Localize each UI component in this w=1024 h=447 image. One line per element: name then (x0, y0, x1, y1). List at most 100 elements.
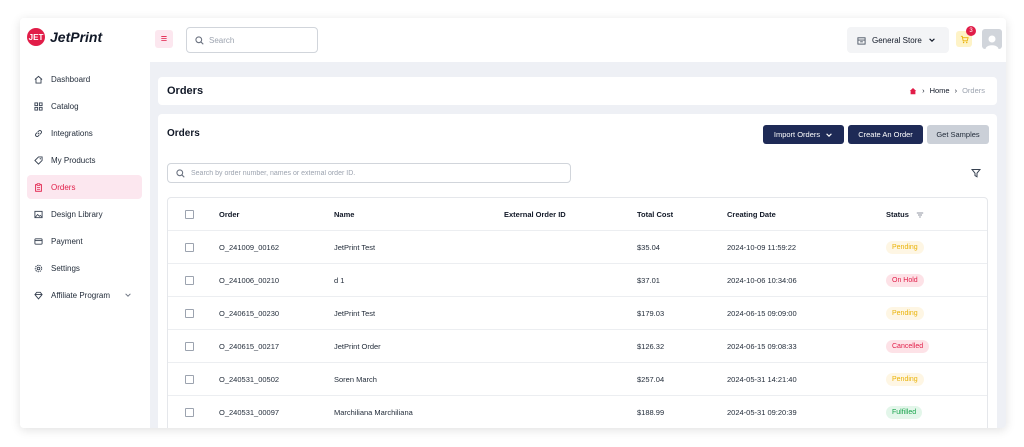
row-checkbox[interactable] (185, 276, 194, 285)
order-number[interactable]: O_240531_00097 (219, 396, 279, 428)
orders-table: Order Name External Order ID Total Cost … (167, 197, 988, 428)
order-search-input[interactable] (191, 169, 561, 177)
order-number[interactable]: O_241006_00210 (219, 264, 279, 297)
breadcrumb-current: Orders (962, 86, 985, 95)
sidebar-item-affiliate-program[interactable]: Affiliate Program (27, 283, 142, 307)
global-search[interactable] (186, 27, 318, 53)
order-number[interactable]: O_240615_00217 (219, 330, 279, 363)
filter-icon[interactable] (971, 168, 981, 178)
table-row[interactable]: O_240531_00097 Marchiliana Marchiliana $… (168, 396, 987, 428)
sidebar-item-my-products[interactable]: My Products (27, 148, 142, 172)
total-cost: $188.99 (637, 408, 665, 417)
home-icon (34, 75, 43, 84)
table-row[interactable]: O_240531_00502 Soren March $257.04 2024-… (168, 363, 987, 396)
orders-card: Orders Import Orders Create An Order Get… (158, 114, 997, 428)
page-title: Orders (167, 85, 204, 97)
create-order-button[interactable]: Create An Order (848, 125, 923, 144)
card-icon (34, 237, 43, 245)
order-name: d 1 (334, 276, 345, 285)
grid-icon (34, 101, 43, 111)
menu-toggle-button[interactable]: ≡ (155, 30, 173, 48)
search-icon (195, 35, 204, 45)
row-checkbox[interactable] (185, 375, 194, 384)
column-header-order: Order (219, 210, 240, 219)
row-checkbox[interactable] (185, 309, 194, 318)
table-row[interactable]: O_241006_00210 d 1 $37.01 2024-10-06 10:… (168, 264, 987, 297)
breadcrumb-home[interactable]: Home (930, 86, 950, 95)
diamond-icon (34, 291, 43, 300)
column-header-status-label: Status (886, 210, 909, 219)
table-header-row: Order Name External Order ID Total Cost … (168, 198, 987, 231)
sidebar-item-label: Design Library (51, 209, 103, 219)
sidebar-item-label: Payment (51, 236, 83, 246)
global-search-input[interactable] (209, 35, 309, 45)
tag-icon (34, 155, 43, 165)
import-orders-button[interactable]: Import Orders (763, 125, 844, 144)
order-number[interactable]: O_241009_00162 (219, 231, 279, 264)
table-row[interactable]: O_240615_00230 JetPrint Test $179.03 202… (168, 297, 987, 330)
table-row[interactable]: O_241009_00162 JetPrint Test $35.04 2024… (168, 231, 987, 264)
order-name: JetPrint Test (334, 309, 376, 318)
chevron-right-icon: › (954, 86, 958, 95)
order-name: JetPrint Order (334, 342, 381, 351)
creating-date: 2024-05-31 09:20:39 (727, 408, 797, 417)
column-header-status: Status (886, 198, 924, 231)
select-all-checkbox[interactable] (185, 210, 194, 219)
creating-date: 2024-10-06 10:34:06 (727, 276, 797, 285)
order-name: JetPrint Test (334, 243, 376, 252)
row-checkbox[interactable] (185, 243, 194, 252)
chevron-right-icon: › (922, 86, 925, 95)
order-number[interactable]: O_240531_00502 (219, 363, 279, 396)
sort-icon[interactable] (916, 211, 924, 219)
logo[interactable]: JET JetPrint (27, 28, 102, 46)
section-title: Orders (167, 128, 200, 139)
sidebar-item-label: Integrations (51, 128, 93, 138)
sidebar-item-catalog[interactable]: Catalog (27, 94, 142, 118)
app-window: JET JetPrint ≡ General Store 3 Dashboard (20, 18, 1006, 428)
avatar[interactable] (982, 29, 1002, 49)
sidebar-item-dashboard[interactable]: Dashboard (27, 67, 142, 91)
sidebar-item-design-library[interactable]: Design Library (27, 202, 142, 226)
top-bar: JET JetPrint ≡ General Store 3 (20, 18, 1006, 62)
chevron-down-icon (929, 38, 935, 42)
creating-date: 2024-06-15 09:08:33 (727, 342, 797, 351)
creating-date: 2024-06-15 09:09:00 (727, 309, 797, 318)
status-badge: Cancelled (886, 340, 930, 353)
sidebar-item-settings[interactable]: Settings (27, 256, 142, 280)
sidebar-item-label: Orders (51, 182, 76, 192)
total-cost: $126.32 (637, 342, 665, 351)
row-checkbox[interactable] (185, 408, 194, 417)
link-icon (35, 129, 42, 137)
user-icon (985, 35, 999, 49)
creating-date: 2024-05-31 14:21:40 (727, 375, 797, 384)
gear-icon (34, 264, 43, 272)
cart-icon (960, 35, 969, 43)
sidebar-item-label: Settings (51, 263, 80, 273)
status-badge: Pending (886, 373, 924, 386)
sidebar-item-payment[interactable]: Payment (27, 229, 142, 253)
status-badge: On Hold (886, 274, 924, 287)
sidebar-item-label: My Products (51, 155, 96, 165)
status-badge: Pending (886, 307, 924, 320)
column-header-creating-date: Creating Date (727, 210, 776, 219)
sidebar-item-orders[interactable]: Orders (27, 175, 142, 199)
total-cost: $257.04 (637, 375, 665, 384)
home-icon[interactable] (909, 87, 917, 95)
total-cost: $35.04 (637, 243, 660, 252)
sidebar: Dashboard Catalog Integrations My Produc… (20, 62, 150, 428)
store-icon (857, 36, 866, 45)
store-selector[interactable]: General Store (847, 27, 949, 53)
order-search[interactable] (167, 163, 571, 183)
image-icon (34, 210, 43, 218)
status-badge: Fulfilled (886, 406, 923, 419)
hamburger-icon: ≡ (160, 33, 168, 45)
order-number[interactable]: O_240615_00230 (219, 297, 279, 330)
row-checkbox[interactable] (185, 342, 194, 351)
sidebar-item-integrations[interactable]: Integrations (27, 121, 142, 145)
table-row[interactable]: O_240615_00217 JetPrint Order $126.32 20… (168, 330, 987, 363)
chevron-down-icon (826, 132, 832, 137)
sidebar-item-label: Affiliate Program (51, 290, 110, 300)
get-samples-button[interactable]: Get Samples (927, 125, 989, 144)
store-name: General Store (872, 35, 922, 45)
chevron-down-icon (125, 293, 131, 297)
